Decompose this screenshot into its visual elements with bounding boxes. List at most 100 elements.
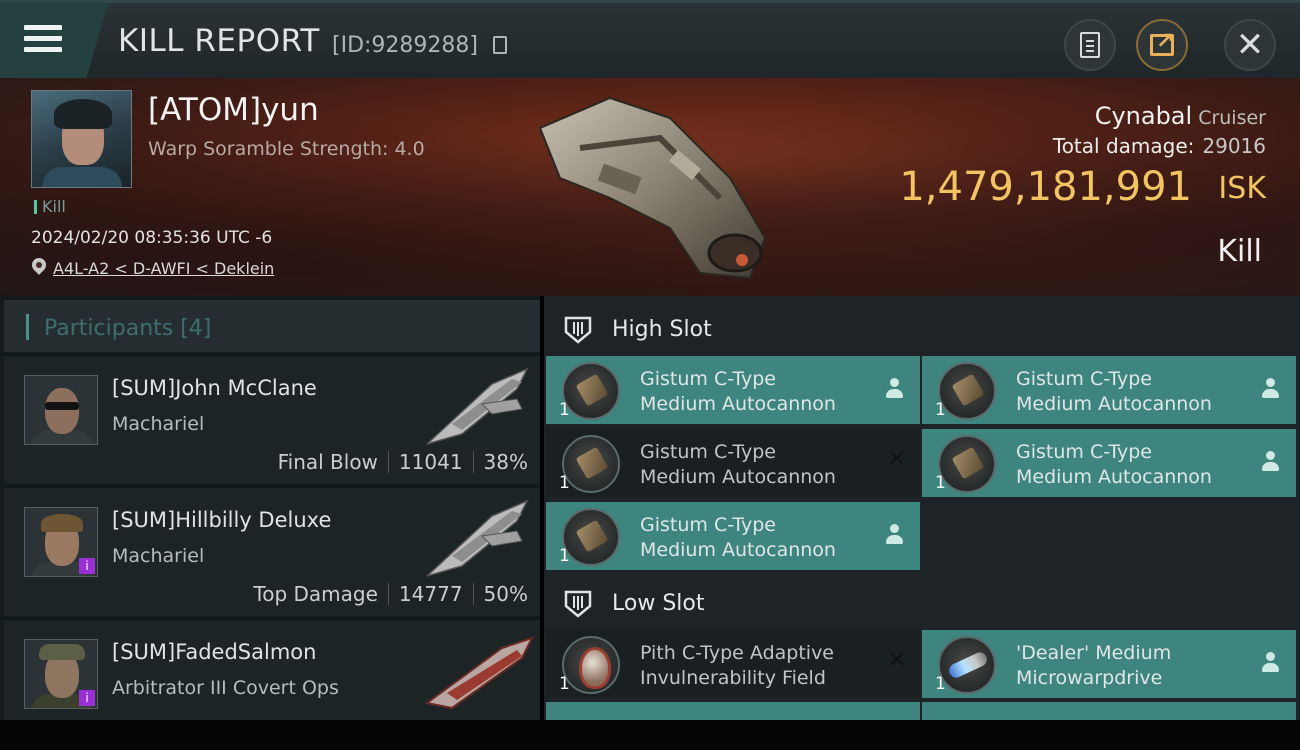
dropped-person-icon: [1260, 451, 1280, 473]
participant-stats: Top Damage 14777 50%: [253, 582, 528, 606]
participant-avatar[interactable]: [24, 375, 98, 445]
module-item[interactable]: 1 Gistum C-Type Medium Autocannon ✕: [546, 429, 920, 497]
total-damage-label: Total damage:: [1052, 134, 1195, 158]
kill-result-label: Kill: [1217, 234, 1262, 269]
participant-row[interactable]: i [SUM]FadedSalmon Arbitrator III Covert…: [4, 618, 540, 720]
participant-damage: 14777: [398, 582, 463, 606]
module-quantity: 1: [559, 400, 570, 420]
participant-role: Final Blow: [277, 450, 378, 474]
fitting-panel: High Slot 1 Gistum C-Type Medium Autocann…: [544, 296, 1300, 720]
microwarpdrive-icon: [938, 636, 996, 694]
low-slot-icon: [564, 590, 592, 618]
ship-class: Cruiser: [1198, 107, 1266, 129]
participant-ship: Machariel: [112, 545, 205, 567]
low-slot-header: Low Slot: [544, 574, 1300, 630]
kill-timestamp: 2024/02/20 08:35:36 UTC -6: [31, 228, 273, 248]
autocannon-icon: [562, 508, 620, 566]
victim-name[interactable]: [ATOM]yun: [148, 92, 319, 128]
participant-ship: Machariel: [112, 413, 205, 435]
participants-panel: Participants [4] [SUM]John McClane Macha…: [0, 296, 540, 720]
module-quantity: 1: [559, 473, 570, 493]
bottom-strip: [0, 720, 1300, 750]
autocannon-icon: [562, 435, 620, 493]
module-item[interactable]: 1 Gistum C-Type Medium Autocannon: [546, 502, 920, 570]
module-quantity: 1: [559, 674, 570, 694]
dropped-person-icon: [1260, 652, 1280, 674]
high-slot-icon: [564, 316, 592, 344]
participant-role: Top Damage: [253, 582, 378, 606]
module-item[interactable]: 1 Pith C-Type Adaptive Invulnerability Fi…: [546, 630, 920, 698]
module-quantity: 1: [935, 400, 946, 420]
participant-avatar[interactable]: i: [24, 639, 98, 709]
clipboard-icon: [1080, 32, 1100, 58]
module-item[interactable]: 1 Gistum C-Type Medium Autocannon: [922, 429, 1296, 497]
participant-stats: Final Blow 11041 38%: [278, 450, 528, 474]
total-damage-value: 29016: [1202, 134, 1266, 158]
copy-id-icon[interactable]: [493, 36, 507, 54]
module-item-partial[interactable]: [546, 702, 920, 720]
share-button[interactable]: [1136, 19, 1188, 71]
low-slot-title: Low Slot: [612, 591, 705, 616]
module-item-partial[interactable]: [922, 702, 1296, 720]
autocannon-icon: [562, 362, 620, 420]
participant-name[interactable]: [SUM]FadedSalmon: [112, 640, 316, 664]
autocannon-icon: [938, 435, 996, 493]
report-id: [ID:9289288]: [332, 33, 478, 58]
clipboard-button[interactable]: [1064, 19, 1116, 71]
module-item[interactable]: 1 Gistum C-Type Medium Autocannon: [546, 356, 920, 424]
high-slot-title: High Slot: [612, 317, 712, 342]
total-damage: Total damage: 29016: [1053, 134, 1266, 158]
participant-ship: Arbitrator III Covert Ops: [112, 677, 339, 699]
participant-name[interactable]: [SUM]John McClane: [112, 376, 317, 400]
share-icon: [1150, 29, 1174, 56]
module-name: Gistum C-Type Medium Autocannon: [1016, 368, 1212, 415]
high-slot-header: High Slot: [544, 300, 1300, 356]
participant-damage: 11041: [398, 450, 463, 474]
participant-row[interactable]: [SUM]John McClane Machariel Final Blow 11…: [4, 354, 540, 484]
victim-ship-name: Cynabal Cruiser: [1095, 102, 1266, 130]
warp-scramble-strength: Warp Soramble Strength: 4.0: [148, 138, 425, 160]
module-name: 'Dealer' Medium Microwarpdrive: [1016, 642, 1172, 689]
participant-ship-image: [424, 636, 534, 710]
module-name: Pith C-Type Adaptive Invulnerability Fiel…: [640, 642, 834, 689]
module-quantity: 1: [935, 473, 946, 493]
isk-unit: ISK: [1218, 171, 1266, 206]
victim-banner: [ATOM]yun Warp Soramble Strength: 4.0 Ki…: [0, 78, 1300, 296]
participant-name[interactable]: [SUM]Hillbilly Deluxe: [112, 508, 331, 532]
close-button[interactable]: ✕: [1224, 19, 1276, 71]
hamburger-menu-icon[interactable]: [24, 25, 62, 55]
autocannon-icon: [938, 362, 996, 420]
dropped-person-icon: [1260, 378, 1280, 400]
module-quantity: 1: [559, 546, 570, 566]
module-name: Gistum C-Type Medium Autocannon: [640, 441, 836, 488]
participant-avatar[interactable]: i: [24, 507, 98, 577]
location-pin-icon: [32, 258, 46, 276]
location-link[interactable]: A4L-A2 < D-AWFI < Deklein: [53, 259, 274, 278]
victim-avatar[interactable]: [31, 90, 132, 188]
destroyed-x-icon: ✕: [887, 447, 906, 472]
dropped-person-icon: [884, 378, 904, 400]
participants-header: Participants [4]: [4, 300, 540, 352]
module-name: Gistum C-Type Medium Autocannon: [640, 514, 836, 561]
participant-ship-image: [426, 499, 529, 577]
ship-name: Cynabal: [1094, 102, 1193, 130]
close-icon: ✕: [1235, 25, 1265, 65]
destroyed-x-icon: ✕: [887, 648, 906, 673]
participant-ship-image: [426, 367, 529, 445]
badge-icon: i: [79, 690, 95, 706]
participant-percent: 38%: [483, 450, 528, 474]
isk-value: 1,479,181,991: [899, 164, 1192, 210]
module-name: Gistum C-Type Medium Autocannon: [640, 368, 836, 415]
module-name: Gistum C-Type Medium Autocannon: [1016, 441, 1212, 488]
module-item[interactable]: 1 Gistum C-Type Medium Autocannon: [922, 356, 1296, 424]
invulnerability-field-icon: [562, 636, 620, 694]
module-item[interactable]: 1 'Dealer' Medium Microwarpdrive: [922, 630, 1296, 698]
dropped-person-icon: [884, 524, 904, 546]
page-title: KILL REPORT: [118, 23, 320, 59]
kill-tag: Kill: [34, 197, 66, 216]
participant-row[interactable]: i [SUM]Hillbilly Deluxe Machariel Top Da…: [4, 486, 540, 616]
participants-title: Participants [4]: [44, 316, 212, 341]
victim-ship-image[interactable]: [520, 88, 780, 288]
participant-percent: 50%: [483, 582, 528, 606]
header-bar: KILL REPORT [ID:9289288] ✕: [0, 0, 1300, 78]
